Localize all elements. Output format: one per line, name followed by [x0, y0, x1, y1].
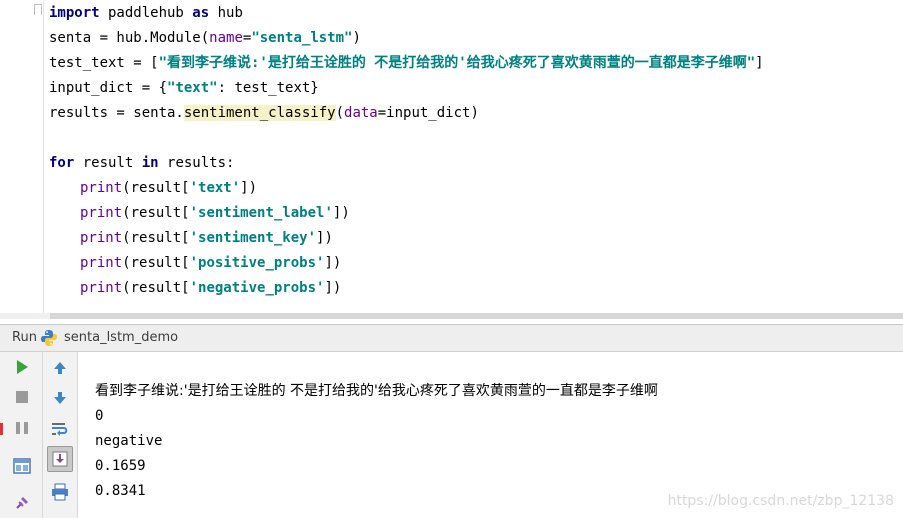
code-text: result: [74, 155, 142, 171]
arrow-up-icon: [54, 362, 66, 374]
horizontal-scrollbar[interactable]: [0, 313, 903, 319]
code-text: senta = hub.Module(: [49, 30, 210, 46]
builtin-print: print: [80, 280, 123, 296]
code-text: input_dict = {: [49, 80, 168, 96]
code-line-3: test_text = ["看到李子维说:'是打给王诠胜的 不是打给我的'给我心…: [49, 54, 903, 79]
pin-icon: [16, 497, 28, 509]
stop-icon: [16, 391, 28, 403]
code-text: ]): [332, 205, 350, 221]
code-area[interactable]: import paddlehub as hub senta = hub.Modu…: [49, 4, 903, 304]
down-button[interactable]: [47, 385, 73, 411]
code-text: (: [335, 105, 345, 121]
python-icon: [41, 330, 57, 346]
run-tab-label[interactable]: Run: [12, 330, 37, 345]
scroll-to-end-icon: [52, 451, 68, 467]
stop-button[interactable]: [9, 384, 35, 410]
string-literal: "senta_lstm": [251, 30, 353, 46]
run-toolbar-left: [0, 352, 43, 518]
rerun-icon: [17, 360, 28, 374]
code-text: : test_text}: [217, 80, 319, 96]
string-literal: 'positive_probs': [189, 255, 325, 271]
code-text: ]: [755, 55, 764, 71]
code-text: (result[: [122, 280, 190, 296]
code-text: ]): [324, 255, 342, 271]
code-text: results = senta.: [49, 105, 184, 121]
string-literal: 'negative_probs': [189, 280, 325, 296]
watermark-text: https://blog.csdn.net/zbp_12138: [667, 493, 894, 509]
run-toolbar-right: [43, 352, 78, 518]
scrollbar-thumb[interactable]: [50, 313, 903, 319]
keyword: as: [192, 5, 210, 21]
restore-layout-icon: [13, 458, 31, 474]
code-text: (result[: [122, 230, 190, 246]
code-text: ]): [316, 230, 333, 246]
code-text: (result[: [122, 180, 190, 196]
code-line-7: for result in results:: [49, 154, 903, 179]
code-line-1: import paddlehub as hub: [49, 4, 903, 29]
print-button[interactable]: [47, 479, 73, 505]
code-text: paddlehub: [99, 5, 193, 21]
output-line: 0.1659: [95, 458, 146, 474]
code-text: (result[: [122, 255, 190, 271]
string-literal: 'sentiment_label': [189, 205, 333, 221]
code-text: (result[: [122, 205, 190, 221]
soft-wrap-icon: [52, 423, 68, 436]
string-literal: "text": [167, 80, 218, 96]
code-text: results:: [158, 155, 235, 171]
code-line-5: results = senta.sentiment_classify(data=…: [49, 104, 903, 129]
fold-marker-icon[interactable]: [34, 4, 42, 15]
run-config-name[interactable]: senta_lstm_demo: [64, 330, 178, 345]
param-name: data: [344, 105, 378, 121]
string-literal: 'sentiment_key': [189, 230, 317, 246]
builtin-print: print: [80, 255, 123, 271]
keyword: for: [49, 155, 75, 171]
code-text: hub: [209, 5, 243, 21]
code-line-10: print(result['sentiment_key']): [49, 229, 903, 254]
method-name: sentiment_classify: [183, 105, 336, 121]
code-line-12: print(result['negative_probs']): [49, 279, 903, 304]
code-text: ]): [324, 280, 342, 296]
arrow-down-icon: [54, 392, 66, 404]
output-line: 看到李子维说:'是打给王诠胜的 不是打给我的'给我心疼死了喜欢黄雨萱的一直都是李…: [95, 383, 658, 399]
code-line-9: print(result['sentiment_label']): [49, 204, 903, 229]
editor-gutter[interactable]: [0, 0, 44, 318]
restore-layout-button[interactable]: [9, 453, 35, 479]
error-marker: [0, 423, 3, 435]
code-line-2: senta = hub.Module(name="senta_lstm"): [49, 29, 903, 54]
code-line-8: print(result['text']): [49, 179, 903, 204]
string-literal: 'text': [189, 180, 241, 196]
keyword: in: [141, 155, 159, 171]
soft-wrap-button[interactable]: [47, 416, 73, 442]
output-line: negative: [95, 433, 163, 449]
param-name: name: [209, 30, 243, 46]
output-line: 0.8341: [95, 483, 146, 499]
pause-icon: [16, 422, 28, 434]
code-text: test_text = [: [49, 55, 159, 71]
up-button[interactable]: [47, 355, 73, 381]
code-line-11: print(result['positive_probs']): [49, 254, 903, 279]
builtin-print: print: [80, 230, 123, 246]
code-text: ]): [240, 180, 258, 196]
print-icon: [52, 483, 68, 501]
code-text: ): [352, 30, 361, 46]
string-literal: "看到李子维说:'是打给王诠胜的 不是打给我的'给我心疼死了喜欢黄雨萱的一直都是…: [158, 55, 756, 71]
run-panel-header: Run senta_lstm_demo: [0, 324, 903, 352]
scroll-to-end-button[interactable]: [47, 446, 73, 472]
output-line: 0: [95, 408, 104, 424]
rerun-button[interactable]: [9, 354, 35, 380]
builtin-print: print: [80, 180, 123, 196]
code-line-4: input_dict = {"text": test_text}: [49, 79, 903, 104]
pin-button[interactable]: [9, 490, 35, 516]
code-text: =input_dict): [377, 105, 479, 121]
code-editor[interactable]: import paddlehub as hub senta = hub.Modu…: [0, 0, 903, 319]
pause-button[interactable]: [9, 415, 35, 441]
builtin-print: print: [80, 205, 123, 221]
keyword: import: [49, 5, 100, 21]
